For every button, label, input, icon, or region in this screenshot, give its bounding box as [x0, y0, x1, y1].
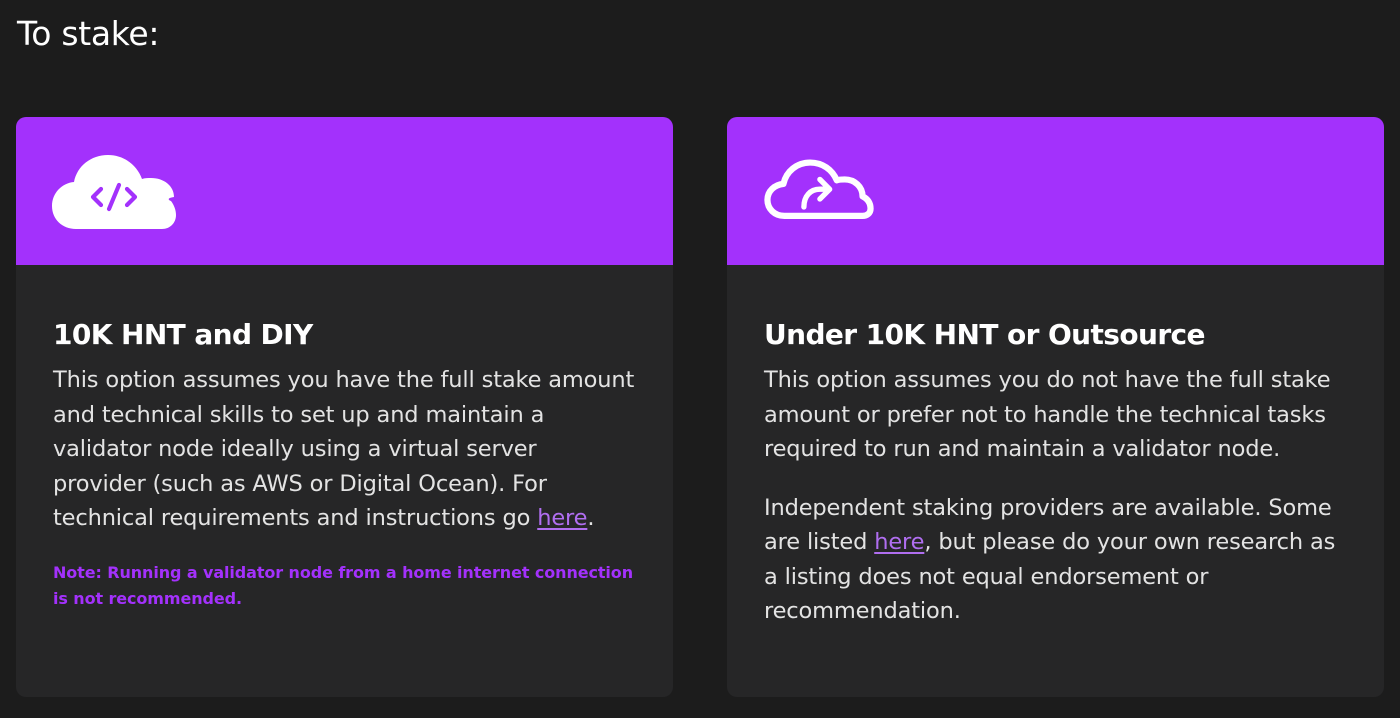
cloud-code-icon — [52, 155, 176, 229]
card-outsource: Under 10K HNT or Outsource This option a… — [727, 117, 1384, 697]
card-description: This option assumes you have the full st… — [53, 363, 636, 536]
providers-link[interactable]: here — [874, 529, 924, 555]
card-header — [727, 117, 1384, 265]
card-description: This option assumes you do not have the … — [764, 367, 1331, 462]
card-header — [16, 117, 673, 265]
instructions-link[interactable]: here — [537, 505, 587, 531]
card-note: Note: Running a validator node from a ho… — [53, 562, 633, 608]
page: To stake: 10K HNT and DIY This option as… — [0, 0, 1400, 718]
card-body: 10K HNT and DIY This option assumes you … — [16, 265, 673, 612]
card-description-end: . — [587, 505, 595, 531]
card-heading: 10K HNT and DIY — [53, 318, 313, 351]
card-providers-text: Independent staking providers are availa… — [764, 491, 1347, 629]
page-title: To stake: — [17, 14, 160, 53]
cloud-forward-icon — [764, 159, 874, 219]
card-heading: Under 10K HNT or Outsource — [764, 318, 1206, 351]
card-body: Under 10K HNT or Outsource This option a… — [727, 265, 1384, 629]
card-diy: 10K HNT and DIY This option assumes you … — [16, 117, 673, 697]
